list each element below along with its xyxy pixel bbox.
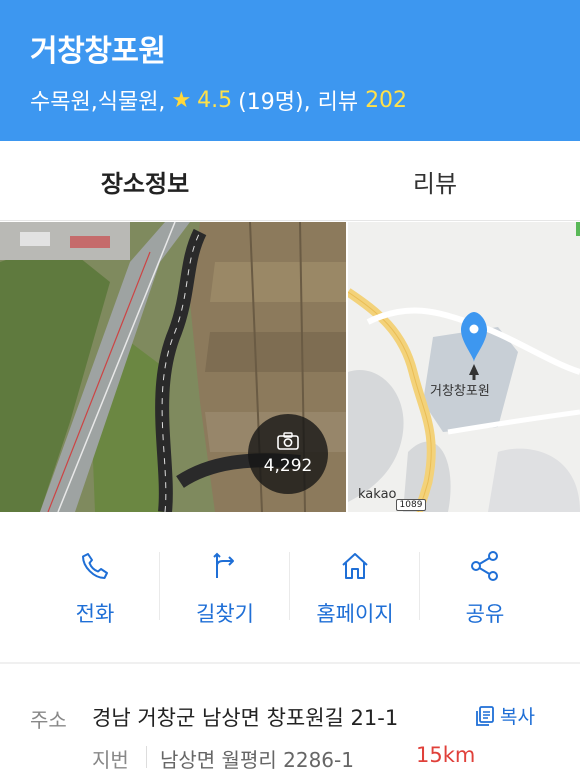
phone-icon: [82, 553, 108, 579]
share-icon: [471, 551, 498, 581]
rating-value: 4.5: [197, 87, 233, 113]
review-label[interactable]: 리뷰: [318, 84, 358, 116]
lot-separator: [146, 746, 147, 768]
directions-icon: [213, 552, 234, 578]
photo-count-badge[interactable]: 4,292: [248, 414, 328, 494]
lot-address-value: 남상면 월평리 2286-1: [160, 748, 354, 772]
tab-place-info[interactable]: 장소정보: [0, 141, 290, 221]
lot-address-key: 지번: [92, 748, 129, 772]
map-image: [348, 222, 580, 512]
call-label: 전화: [75, 602, 115, 626]
map-provider-logo: kakao: [358, 487, 397, 502]
place-meta: 수목원,식물원, ★ 4.5 (19명), 리뷰 202: [30, 84, 407, 116]
review-count[interactable]: 202: [365, 88, 407, 113]
home-icon: [342, 553, 368, 579]
star-icon: ★: [171, 87, 192, 113]
road-number-badge: 1089: [396, 499, 426, 511]
place-category: 수목원,식물원,: [30, 90, 166, 115]
copy-icon: [476, 705, 494, 726]
copy-address-button[interactable]: 복사: [476, 702, 535, 729]
tab-reviews[interactable]: 리뷰: [290, 141, 580, 221]
place-header: 거창창포원 수목원,식물원, ★ 4.5 (19명), 리뷰 202: [0, 0, 580, 141]
rating-count: (19명),: [238, 90, 311, 115]
share-label: 공유: [465, 602, 505, 626]
homepage-button[interactable]: 홈페이지: [290, 512, 420, 662]
camera-icon: [277, 432, 299, 450]
homepage-label: 홈페이지: [316, 602, 394, 626]
directions-button[interactable]: 길찾기: [160, 512, 290, 662]
map-place-label: 거창창포원: [430, 384, 490, 399]
place-info: 주소 경남 거창군 남상면 창포원길 21-1 복사 지번 남상면 월평리 22…: [0, 664, 580, 778]
directions-label: 길찾기: [196, 602, 254, 626]
address-key: 주소: [30, 708, 67, 732]
call-button[interactable]: 전화: [30, 512, 160, 662]
tab-bar: 장소정보 리뷰: [0, 141, 580, 221]
place-photo[interactable]: 4,292: [0, 222, 346, 512]
address-value: 경남 거창군 남상면 창포원길 21-1: [92, 706, 399, 730]
copy-label: 복사: [500, 706, 535, 728]
place-map[interactable]: 거창창포원 kakao 1089: [348, 222, 580, 512]
share-button[interactable]: 공유: [420, 512, 550, 662]
media-strip: 4,292 거창창포원 kakao 1089: [0, 222, 580, 512]
photo-count: 4,292: [263, 456, 313, 476]
place-title: 거창창포원: [30, 34, 166, 69]
distance-value: 15km: [416, 743, 476, 767]
action-bar: 전화 길찾기 홈페이지 공유: [0, 512, 580, 662]
